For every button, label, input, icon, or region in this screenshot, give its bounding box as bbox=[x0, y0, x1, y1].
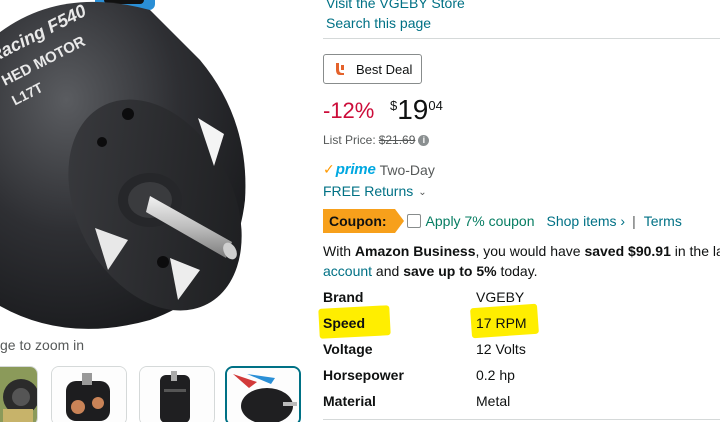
business-text-prefix: With bbox=[323, 243, 355, 259]
amazon-business-offer: With Amazon Business, you would have sav… bbox=[323, 241, 720, 281]
prime-delivery: ✓ prime Two-Day bbox=[323, 161, 435, 178]
section-divider bbox=[323, 38, 720, 39]
list-price: List Price: $21.69 i bbox=[323, 133, 430, 147]
info-icon[interactable]: i bbox=[418, 134, 430, 146]
best-deal-label: Best Deal bbox=[356, 61, 413, 77]
visit-store-link[interactable]: Visit the VGEBY Store bbox=[326, 0, 465, 11]
prime-logo[interactable]: prime bbox=[336, 161, 376, 178]
business-account-link[interactable]: account bbox=[323, 263, 372, 279]
coupon-row: Coupon: Apply 7% coupon Shop items › | T… bbox=[323, 209, 682, 233]
coupon-apply-text[interactable]: Apply 7% coupon bbox=[426, 213, 535, 229]
section-divider bbox=[323, 419, 720, 420]
price-currency: $ bbox=[390, 98, 398, 113]
product-image-gallery: Racing F540 HED MOTOR L17T ge to zoom in bbox=[0, 0, 305, 422]
list-price-value: $21.69 bbox=[378, 133, 416, 147]
search-this-page-link[interactable]: Search this page bbox=[326, 15, 431, 31]
coupon-separator: | bbox=[632, 213, 636, 229]
thumbnail-image-2[interactable] bbox=[51, 366, 127, 422]
price-whole: 19 bbox=[397, 94, 429, 125]
spec-key: Horsepower bbox=[323, 367, 404, 383]
spec-value: Metal bbox=[476, 393, 511, 409]
discount-percent: -12% bbox=[323, 98, 375, 123]
main-product-image[interactable]: Racing F540 HED MOTOR L17T bbox=[0, 0, 305, 340]
spec-row-voltage: Voltage 12 Volts bbox=[323, 338, 720, 364]
free-returns: FREE Returns ⌄ bbox=[323, 183, 427, 199]
spec-value: 17 RPM bbox=[476, 315, 527, 331]
price-fraction: 04 bbox=[428, 98, 443, 113]
spec-row-speed: Speed 17 RPM bbox=[318, 303, 720, 339]
spec-row-horsepower: Horsepower 0.2 hp bbox=[323, 364, 720, 390]
spec-key: Material bbox=[323, 393, 376, 409]
spec-key: Brand bbox=[323, 289, 364, 305]
business-save-up: save up to 5% bbox=[403, 263, 497, 279]
shop-items-link[interactable]: Shop items › bbox=[547, 213, 626, 229]
coupon-checkbox[interactable] bbox=[406, 214, 421, 228]
price-display: $ 19 04 bbox=[390, 95, 443, 125]
thumbnail-image-4-selected[interactable] bbox=[225, 366, 301, 422]
chevron-down-icon[interactable]: ⌄ bbox=[418, 187, 426, 198]
prime-speed: Two-Day bbox=[379, 161, 435, 178]
coupon-terms-link[interactable]: Terms bbox=[644, 213, 682, 229]
spec-key: Voltage bbox=[323, 341, 373, 357]
coupon-tag: Coupon: bbox=[323, 209, 404, 233]
thumbnail-image-3[interactable] bbox=[139, 366, 215, 422]
prime-check-icon: ✓ bbox=[323, 161, 335, 177]
business-text-middle: , you would have bbox=[475, 243, 585, 259]
spec-value: 0.2 hp bbox=[476, 367, 515, 383]
list-price-label: List Price: bbox=[323, 133, 376, 147]
business-and-text: and bbox=[372, 263, 404, 279]
free-returns-link[interactable]: FREE Returns bbox=[323, 183, 413, 199]
best-deal-badge[interactable]: Best Deal bbox=[323, 54, 422, 84]
business-today-text: today. bbox=[496, 263, 538, 279]
zoom-hint-text: ge to zoom in bbox=[0, 337, 85, 353]
business-savings: saved $90.91 bbox=[584, 243, 671, 259]
flame-icon bbox=[332, 61, 348, 77]
thumbnail-image-1[interactable] bbox=[0, 366, 38, 422]
spec-value: VGEBY bbox=[476, 289, 525, 305]
product-details-panel: Visit the VGEBY Store Search this page B… bbox=[318, 0, 720, 422]
business-text-suffix: in the la bbox=[670, 243, 720, 259]
spec-key: Speed bbox=[323, 315, 366, 331]
spec-row-material: Material Metal bbox=[323, 390, 720, 416]
spec-value: 12 Volts bbox=[476, 341, 526, 357]
business-brand: Amazon Business bbox=[354, 243, 476, 259]
